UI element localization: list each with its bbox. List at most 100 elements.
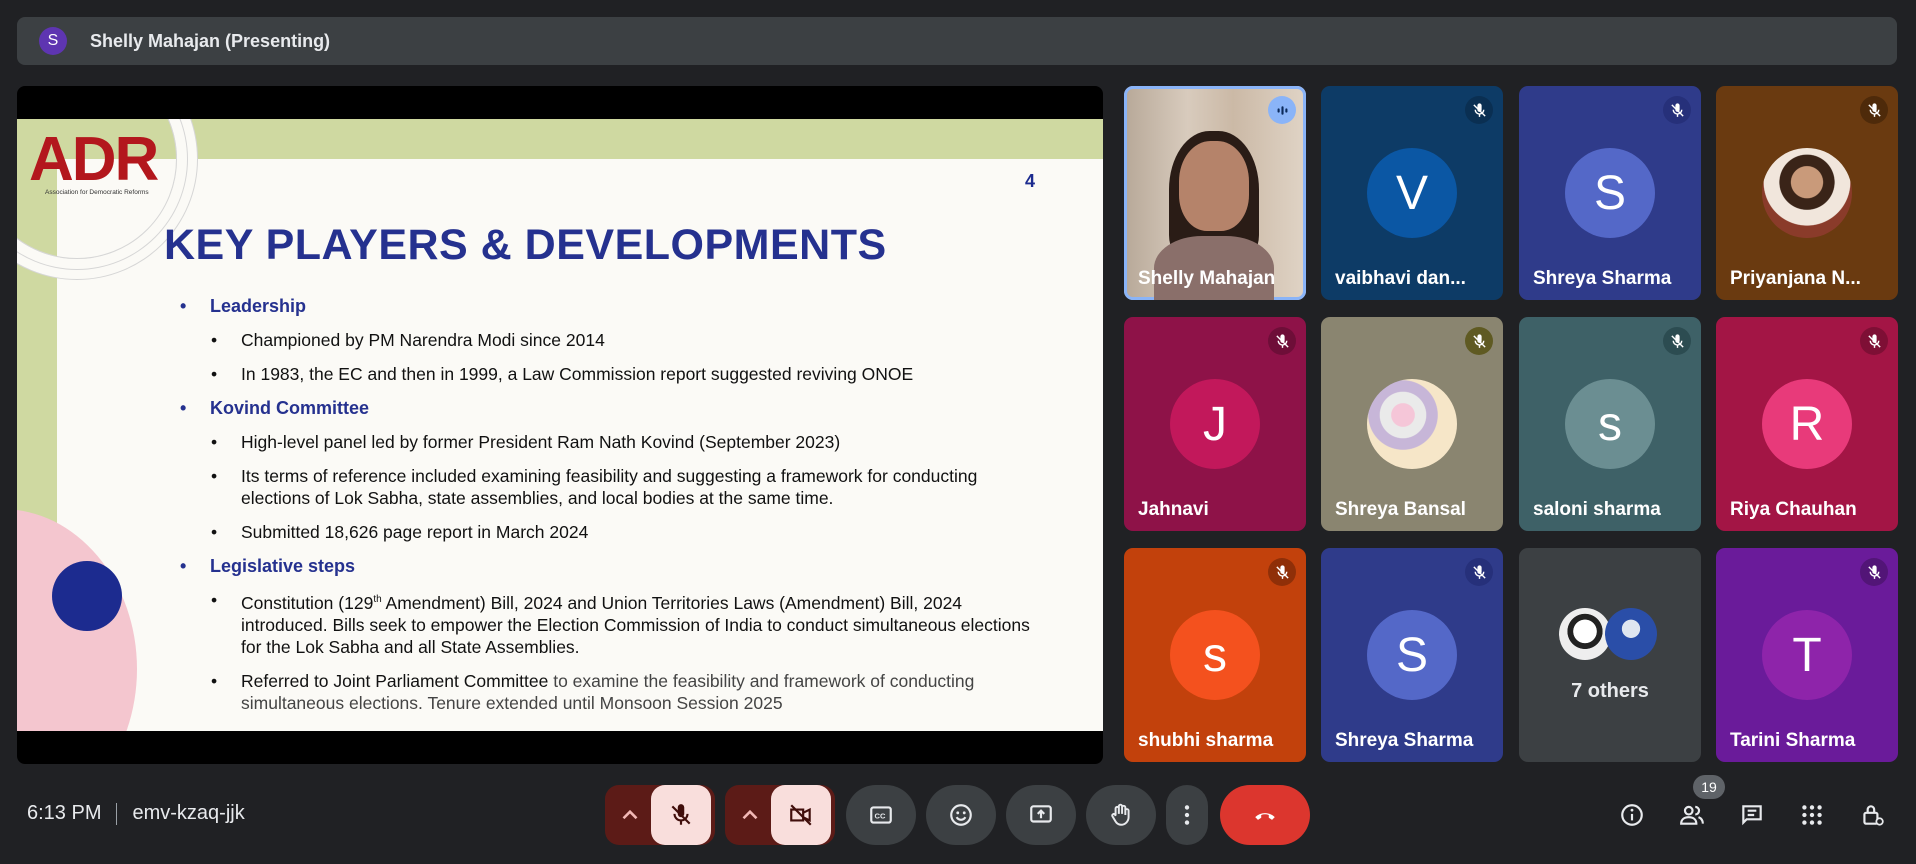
adr-logo: ADR Association for Democratic Reforms [29,125,159,197]
hand-icon [1111,803,1130,826]
participant-count-badge: 19 [1693,775,1725,799]
slide-title: KEY PLAYERS & DEVELOPMENTS [164,221,887,269]
mic-muted-icon [1268,558,1296,586]
participant-tile[interactable]: Shelly Mahajan [1124,86,1306,300]
bullet-point: Referred to Joint Parliament Committee t… [180,670,1040,714]
participant-tile[interactable]: Shreya Bansal [1321,317,1503,531]
bullet-point: Its terms of reference included examinin… [180,465,1040,509]
audio-options-chevron-icon[interactable] [609,785,651,845]
mic-muted-icon [1268,327,1296,355]
meeting-code: emv-kzaq-jjk [132,802,245,824]
participant-name: Riya Chauhan [1730,499,1857,520]
participant-avatar: V [1367,148,1457,238]
microphone-control[interactable] [605,785,715,845]
meeting-info: 6:13 PM emv-kzaq-jjk [27,802,245,825]
participant-tile[interactable]: R Riya Chauhan [1716,317,1898,531]
mic-muted-icon [1663,327,1691,355]
section-heading: Leadership [180,295,1040,317]
section-heading: Kovind Committee [180,397,1040,419]
mic-muted-icon [1663,96,1691,124]
clock: 6:13 PM [27,802,102,824]
participant-tile[interactable]: Vvaibhavi dan... [1321,86,1503,300]
mic-toggle-button[interactable] [651,785,711,845]
captions-button[interactable]: CC [846,785,916,845]
presenter-label: Shelly Mahajan (Presenting) [90,30,331,51]
mic-muted-icon [1860,327,1888,355]
hang-up-icon [1255,813,1275,820]
bullet-point: Constitution (129th Amendment) Bill, 202… [180,589,1040,658]
participant-name: shubhi sharma [1138,730,1274,751]
more-options-button[interactable] [1166,785,1208,845]
activities-button[interactable] [1794,797,1830,833]
raise-hand-button[interactable] [1086,785,1156,845]
present-button[interactable] [1006,785,1076,845]
speaking-indicator-icon [1268,96,1296,124]
mic-off-icon [671,804,691,825]
info-icon [1621,804,1643,826]
slide: ADR Association for Democratic Reforms 4… [17,119,1103,731]
slide-content: Leadership Championed by PM Narendra Mod… [180,295,1040,726]
participant-tile[interactable]: s shubhi sharma [1124,548,1306,762]
others-avatar-1 [1559,608,1611,660]
participant-name: Shelly Mahajan [1138,268,1276,289]
slide-top-band [57,119,1103,159]
bullet-point: Submitted 18,626 page report in March 20… [180,521,1040,543]
camera-off-icon [790,804,812,826]
participant-name: Shreya Sharma [1335,730,1474,751]
camera-toggle-button[interactable] [771,785,831,845]
lock-person-icon [1863,805,1884,826]
emoji-icon [950,804,972,826]
mic-muted-icon [1465,558,1493,586]
presenter-avatar: S [39,27,67,55]
captions-icon: CC [870,806,892,824]
bullet-point: Championed by PM Narendra Modi since 201… [180,329,1040,351]
participant-name: saloni sharma [1533,499,1661,520]
video-options-chevron-icon[interactable] [729,785,771,845]
mic-muted-icon [1860,558,1888,586]
participant-name: vaibhavi dan... [1335,268,1466,289]
participant-tile[interactable]: T Tarini Sharma [1716,548,1898,762]
participant-tile[interactable]: Priyanjana N... [1716,86,1898,300]
participant-avatar: J [1170,379,1260,469]
participant-photo [1762,148,1852,238]
camera-control[interactable] [725,785,835,845]
participant-tile[interactable]: J Jahnavi [1124,317,1306,531]
slide-decor-dot [52,561,122,631]
host-controls-button[interactable] [1854,797,1890,833]
participant-avatar: S [1565,148,1655,238]
participant-name: Priyanjana N... [1730,268,1861,289]
participant-tile[interactable]: 7 others [1519,548,1701,762]
participant-avatar: T [1762,610,1852,700]
divider [116,802,118,825]
apps-grid-icon [1802,805,1822,825]
participant-avatar: s [1170,610,1260,700]
participant-name: Jahnavi [1138,499,1209,520]
mic-muted-icon [1860,96,1888,124]
participant-name: Shreya Sharma [1533,268,1672,289]
participant-name: Tarini Sharma [1730,730,1856,751]
participant-photo [1367,379,1457,469]
leave-call-button[interactable] [1220,785,1310,845]
others-count-label: 7 others [1571,680,1649,702]
participant-tile[interactable]: S Shreya Sharma [1321,548,1503,762]
bullet-point: In 1983, the EC and then in 1999, a Law … [180,363,1040,385]
participant-tile[interactable]: S Shreya Sharma [1519,86,1701,300]
participant-avatar: s [1565,379,1655,469]
slide-page-number: 4 [1025,171,1036,191]
participant-tile[interactable]: s saloni sharma [1519,317,1701,531]
reactions-button[interactable] [926,785,996,845]
presenter-bar: S Shelly Mahajan (Presenting) [17,17,1897,65]
meeting-details-button[interactable] [1614,797,1650,833]
mic-muted-icon [1465,327,1493,355]
participant-avatar: S [1367,610,1457,700]
participant-video [1179,141,1249,231]
presentation-stage[interactable]: ADR Association for Democratic Reforms 4… [17,86,1103,764]
chat-button[interactable] [1734,797,1770,833]
participant-name: Shreya Bansal [1335,499,1466,520]
chat-icon [1742,805,1762,826]
more-vert-icon [1184,805,1190,825]
bullet-point: High-level panel led by former President… [180,431,1040,453]
mic-muted-icon [1465,96,1493,124]
people-button[interactable] [1674,797,1710,833]
section-heading: Legislative steps [180,555,1040,577]
